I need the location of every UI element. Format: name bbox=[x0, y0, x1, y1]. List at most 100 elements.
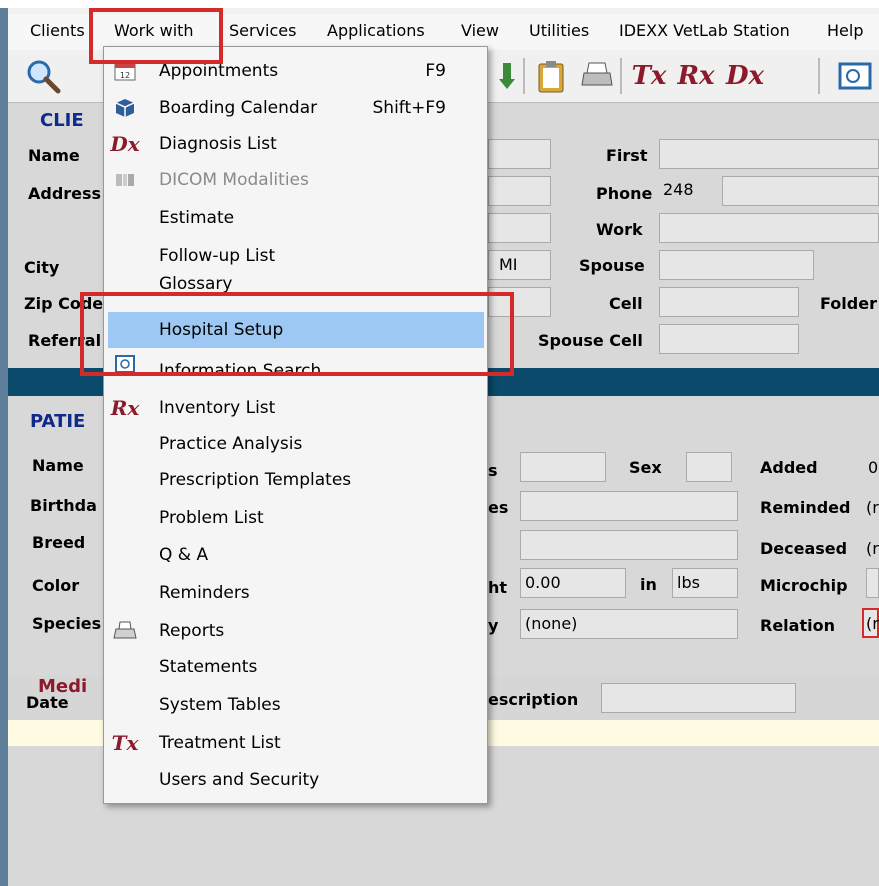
patient-added-value: 0 bbox=[868, 458, 879, 477]
phone-area-value: 248 bbox=[663, 180, 694, 199]
top-strip bbox=[0, 0, 879, 8]
patient-allergy-field[interactable]: (none) bbox=[520, 609, 738, 639]
menu-item-q-and-a[interactable]: Q & A bbox=[103, 537, 486, 573]
menu-item-label: Follow-up List bbox=[159, 246, 276, 266]
patient-birthday-label: Birthda bbox=[30, 496, 97, 515]
client-work-field[interactable] bbox=[659, 213, 879, 243]
window-button[interactable] bbox=[830, 56, 879, 96]
menu-item-label: Practice Analysis bbox=[159, 434, 303, 454]
patient-allergy-label: y bbox=[488, 616, 499, 635]
menu-item-label: Statements bbox=[159, 657, 258, 677]
menu-item-label: Q & A bbox=[159, 545, 209, 565]
patient-microchip-field[interactable] bbox=[866, 568, 879, 598]
patient-deceased-label: Deceased bbox=[760, 539, 848, 558]
patient-microchip-label: Microchip bbox=[760, 576, 848, 595]
menu-item-dicom-modalities[interactable]: DICOM Modalities bbox=[103, 162, 486, 198]
client-work-label: Work bbox=[596, 220, 643, 239]
client-cell-field[interactable] bbox=[659, 287, 799, 317]
dx-icon: Dx bbox=[110, 132, 140, 156]
patient-es-field[interactable] bbox=[520, 491, 738, 521]
search-tool-button[interactable] bbox=[22, 56, 64, 96]
menu-item-reports[interactable]: Reports bbox=[103, 613, 486, 649]
patient-weight-label: ht bbox=[488, 578, 508, 597]
menu-item-diagnosis-list[interactable]: Dx Diagnosis List bbox=[103, 126, 486, 162]
menu-item-system-tables[interactable]: System Tables bbox=[103, 687, 486, 723]
menu-item-inventory-list[interactable]: Rx Inventory List bbox=[103, 390, 486, 426]
rx-button[interactable]: Rx bbox=[675, 56, 717, 96]
arrow-tool-button[interactable] bbox=[486, 56, 528, 96]
patient-breed-label: Breed bbox=[32, 533, 86, 552]
patient-sex-field[interactable] bbox=[686, 452, 732, 482]
menu-services[interactable]: Services bbox=[229, 21, 296, 41]
client-first-field[interactable] bbox=[659, 139, 879, 169]
client-address2-field[interactable] bbox=[488, 213, 551, 243]
menu-item-label: Users and Security bbox=[159, 770, 320, 790]
menu-utilities[interactable]: Utilities bbox=[529, 21, 589, 41]
tx-icon: Tx bbox=[111, 731, 139, 755]
menu-item-label: Diagnosis List bbox=[159, 134, 277, 154]
dicom-icon bbox=[113, 168, 137, 192]
client-phone-field[interactable] bbox=[722, 176, 879, 206]
client-folder-label: Folder bbox=[820, 294, 877, 313]
patient-weight-field[interactable]: 0.00 bbox=[520, 568, 626, 598]
box-icon bbox=[113, 96, 137, 120]
patient-species-label: Species bbox=[32, 614, 102, 633]
relation-value: (r bbox=[866, 614, 879, 633]
weight-value: 0.00 bbox=[525, 573, 561, 592]
clipboard-button[interactable] bbox=[530, 56, 572, 96]
toolbar-separator bbox=[620, 58, 622, 94]
patient-status-label: s bbox=[488, 461, 498, 480]
client-address-label: Address bbox=[28, 184, 102, 203]
client-section-title: CLIE bbox=[40, 110, 84, 131]
patient-unit-field[interactable]: lbs bbox=[672, 568, 738, 598]
patient-es-label: es bbox=[488, 498, 509, 517]
client-spouse-cell-field[interactable] bbox=[659, 324, 799, 354]
menu-item-label: DICOM Modalities bbox=[159, 170, 309, 190]
client-name-label: Name bbox=[28, 146, 80, 165]
medical-description-field[interactable] bbox=[601, 683, 796, 713]
menu-idexx-vetlab-station[interactable]: IDEXX VetLab Station bbox=[619, 21, 790, 41]
toolbar-separator bbox=[523, 58, 525, 94]
menu-help[interactable]: Help bbox=[827, 21, 863, 41]
client-spouse-field[interactable] bbox=[659, 250, 814, 280]
state-value: MI bbox=[499, 255, 518, 274]
client-state-field[interactable]: MI bbox=[488, 250, 551, 280]
patient-relation-field[interactable]: (r bbox=[862, 608, 879, 638]
allergy-value: (none) bbox=[525, 614, 578, 633]
menu-item-label: Boarding Calendar bbox=[159, 98, 318, 118]
client-address-field[interactable] bbox=[488, 176, 551, 206]
client-spouse-cell-label: Spouse Cell bbox=[538, 331, 643, 350]
client-city-label: City bbox=[24, 258, 60, 277]
menu-item-statements[interactable]: Statements bbox=[103, 649, 486, 685]
client-spouse-label: Spouse bbox=[579, 256, 645, 275]
client-phone-area-field[interactable]: 248 bbox=[659, 176, 717, 206]
tx-button[interactable]: Tx bbox=[628, 56, 670, 96]
menu-item-practice-analysis[interactable]: Practice Analysis bbox=[103, 426, 486, 462]
menu-item-label: System Tables bbox=[159, 695, 281, 715]
print-button[interactable] bbox=[576, 56, 618, 96]
menu-item-estimate[interactable]: Estimate bbox=[103, 200, 486, 236]
menu-view[interactable]: View bbox=[461, 21, 499, 41]
menu-item-prescription-templates[interactable]: Prescription Templates bbox=[103, 462, 486, 498]
printer-icon bbox=[581, 62, 613, 86]
client-phone-label: Phone bbox=[596, 184, 653, 203]
menu-item-label: Estimate bbox=[159, 208, 235, 228]
menu-clients[interactable]: Clients bbox=[30, 21, 85, 41]
menu-item-boarding-calendar[interactable]: Boarding Calendar Shift+F9 bbox=[103, 90, 486, 126]
menu-applications[interactable]: Applications bbox=[327, 21, 425, 41]
menu-item-treatment-list[interactable]: Tx Treatment List bbox=[103, 725, 486, 761]
unit-value: lbs bbox=[677, 573, 700, 592]
menu-item-reminders[interactable]: Reminders bbox=[103, 575, 486, 611]
menu-item-label: Reminders bbox=[159, 583, 250, 603]
client-last-name-field[interactable] bbox=[488, 139, 551, 169]
client-first-label: First bbox=[606, 146, 648, 165]
menu-item-shortcut: Shift+F9 bbox=[372, 98, 446, 118]
patient-color-label: Color bbox=[32, 576, 80, 595]
dx-button[interactable]: Dx bbox=[724, 56, 766, 96]
menu-item-problem-list[interactable]: Problem List bbox=[103, 500, 486, 536]
patient-status-field[interactable] bbox=[520, 452, 606, 482]
menu-item-follow-up-list[interactable]: Follow-up List bbox=[103, 238, 486, 274]
menu-item-label: Treatment List bbox=[159, 733, 281, 753]
patient-breed-field[interactable] bbox=[520, 530, 738, 560]
menu-item-users-and-security[interactable]: Users and Security bbox=[103, 762, 486, 798]
